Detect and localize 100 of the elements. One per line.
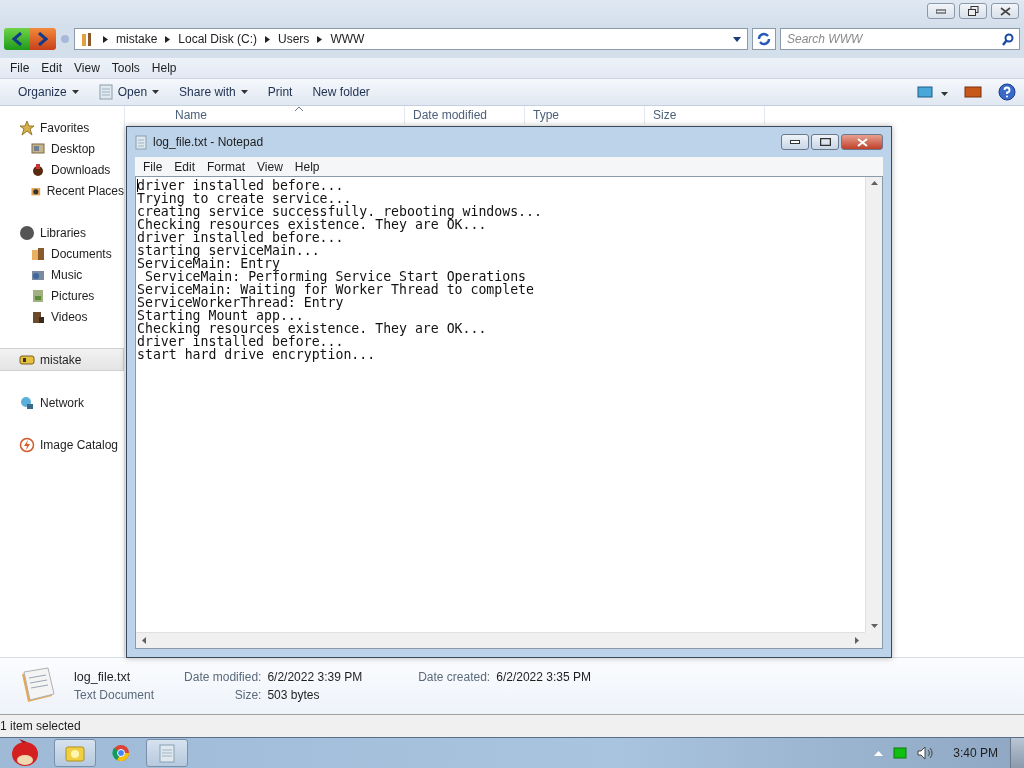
address-bar[interactable]: mistake Local Disk (C:) Users WWW xyxy=(74,28,748,50)
nav-item[interactable]: Downloads xyxy=(0,159,124,180)
detail-label: Size: xyxy=(233,688,262,702)
breadcrumb[interactable]: Local Disk (C:) xyxy=(178,32,258,46)
text-line: ServiceMain: Performing Service Start Operations xyxy=(144,270,527,283)
help-icon[interactable] xyxy=(998,83,1016,101)
restore-icon xyxy=(967,6,979,16)
toolbar-button[interactable]: Share with xyxy=(169,82,258,102)
text-line: starting serviceMain... xyxy=(137,244,320,257)
menu-item[interactable]: File xyxy=(137,159,169,174)
menu-item[interactable]: Help xyxy=(288,159,326,174)
chevron-icon[interactable] xyxy=(165,35,171,43)
chevron-icon[interactable] xyxy=(265,35,271,43)
nav-item[interactable]: Recent Places xyxy=(0,180,124,201)
dropdown-arrow-icon[interactable] xyxy=(733,36,741,42)
restore-button[interactable] xyxy=(959,3,987,19)
folder-icon xyxy=(65,744,85,762)
toolbar-button[interactable]: Organize xyxy=(8,82,89,102)
dropdown-arrow-icon xyxy=(941,92,948,96)
toolbar-button[interactable]: Open xyxy=(88,81,170,103)
scroll-down-icon[interactable] xyxy=(870,624,878,628)
breadcrumb[interactable]: WWW xyxy=(330,32,365,46)
library-icon xyxy=(19,224,35,241)
nav-item[interactable]: mistake xyxy=(0,348,124,371)
menu-item[interactable]: Help xyxy=(145,61,183,75)
text-line: ServiceMain: Waiting for Worker Thread to complete xyxy=(137,283,534,296)
pictures-icon xyxy=(30,287,46,304)
breadcrumb[interactable]: mistake xyxy=(116,32,158,46)
text-line: driver installed before... xyxy=(137,231,344,244)
toolbar-button[interactable]: Print xyxy=(257,82,303,102)
column-header[interactable]: Type xyxy=(525,106,645,124)
menu-item[interactable]: View xyxy=(251,159,289,174)
menu-item[interactable]: Edit xyxy=(168,159,202,174)
minimize-icon xyxy=(790,140,800,144)
window-title: log_file.txt - Notepad xyxy=(153,135,264,149)
close-button[interactable] xyxy=(841,134,883,150)
nav-item[interactable]: Pictures xyxy=(0,285,124,306)
nav-item[interactable]: Videos xyxy=(0,306,124,327)
close-button[interactable] xyxy=(991,3,1019,19)
maximize-button[interactable] xyxy=(811,134,839,150)
minimize-button[interactable] xyxy=(781,134,809,150)
taskbar-button[interactable] xyxy=(146,739,188,767)
breadcrumb[interactable]: Users xyxy=(278,32,310,46)
browser-icon xyxy=(112,744,130,762)
catalog-icon xyxy=(19,436,35,453)
scroll-up-icon[interactable] xyxy=(870,181,878,185)
nav-item[interactable]: Image Catalog xyxy=(0,434,124,455)
downloads-icon xyxy=(30,161,46,178)
text-line: ServiceWorkerThread: Entry xyxy=(137,296,344,309)
menu-item[interactable]: Format xyxy=(201,159,252,174)
forward-button[interactable] xyxy=(30,28,56,50)
text-line: start hard drive encryption... xyxy=(137,348,376,361)
text-line: Starting Mount app... xyxy=(137,309,304,322)
refresh-button[interactable] xyxy=(752,28,776,50)
scroll-left-icon[interactable] xyxy=(142,637,146,644)
show-desktop-button[interactable] xyxy=(1010,738,1024,768)
notepad-icon xyxy=(135,134,147,150)
nav-item[interactable]: Desktop xyxy=(0,138,124,159)
notepad-icon xyxy=(98,84,113,100)
volume-icon[interactable] xyxy=(917,746,936,760)
close-icon xyxy=(856,137,868,147)
status-text: 1 item selected xyxy=(0,719,81,733)
back-button[interactable] xyxy=(4,28,30,50)
notepad-icon xyxy=(158,743,176,763)
maximize-icon xyxy=(819,138,831,146)
detail-value: 6/2/2022 3:39 PM xyxy=(267,670,364,684)
chevron-icon[interactable] xyxy=(317,35,323,43)
search-icon[interactable] xyxy=(1002,33,1014,46)
desktop-icon xyxy=(30,140,46,157)
column-header[interactable]: Size xyxy=(645,106,765,124)
documents-icon xyxy=(30,245,46,262)
text-line: Checking resources existence. They are OK... xyxy=(137,218,487,231)
nav-item[interactable]: Favorites xyxy=(0,117,124,138)
detail-value: 503 bytes xyxy=(267,688,321,702)
sort-caret-icon xyxy=(295,107,303,111)
menu-item[interactable]: View xyxy=(68,61,106,75)
menu-item[interactable]: Tools xyxy=(105,61,146,75)
column-header[interactable]: Date modified xyxy=(405,106,525,124)
taskbar-button[interactable] xyxy=(54,739,96,767)
scroll-right-icon[interactable] xyxy=(855,637,859,644)
close-icon xyxy=(999,6,1011,16)
text-line: Trying to create service... xyxy=(137,192,352,205)
refresh-icon xyxy=(757,32,771,46)
nav-item[interactable]: Music xyxy=(0,264,124,285)
column-header[interactable]: Name xyxy=(125,106,405,124)
nav-item[interactable]: Documents xyxy=(0,243,124,264)
search-field[interactable]: Search WWW xyxy=(780,28,1020,50)
text-line: creating service successfully. rebooting windows... xyxy=(137,205,542,218)
nav-item[interactable]: Libraries xyxy=(0,222,124,243)
toolbar-button[interactable]: New folder xyxy=(302,82,380,102)
star-icon xyxy=(19,119,35,136)
menu-item[interactable]: File xyxy=(4,61,36,75)
text-line: ServiceMain: Entry xyxy=(137,257,280,270)
nav-item[interactable]: Network xyxy=(0,392,124,413)
chevron-icon[interactable] xyxy=(103,35,108,43)
menu-item[interactable]: Edit xyxy=(35,61,69,75)
network-icon xyxy=(19,394,35,411)
detail-value: 6/2/2022 3:35 PM xyxy=(496,670,592,684)
text-line: driver installed before... xyxy=(137,335,344,348)
clock[interactable]: 3:40 PM xyxy=(953,746,998,760)
